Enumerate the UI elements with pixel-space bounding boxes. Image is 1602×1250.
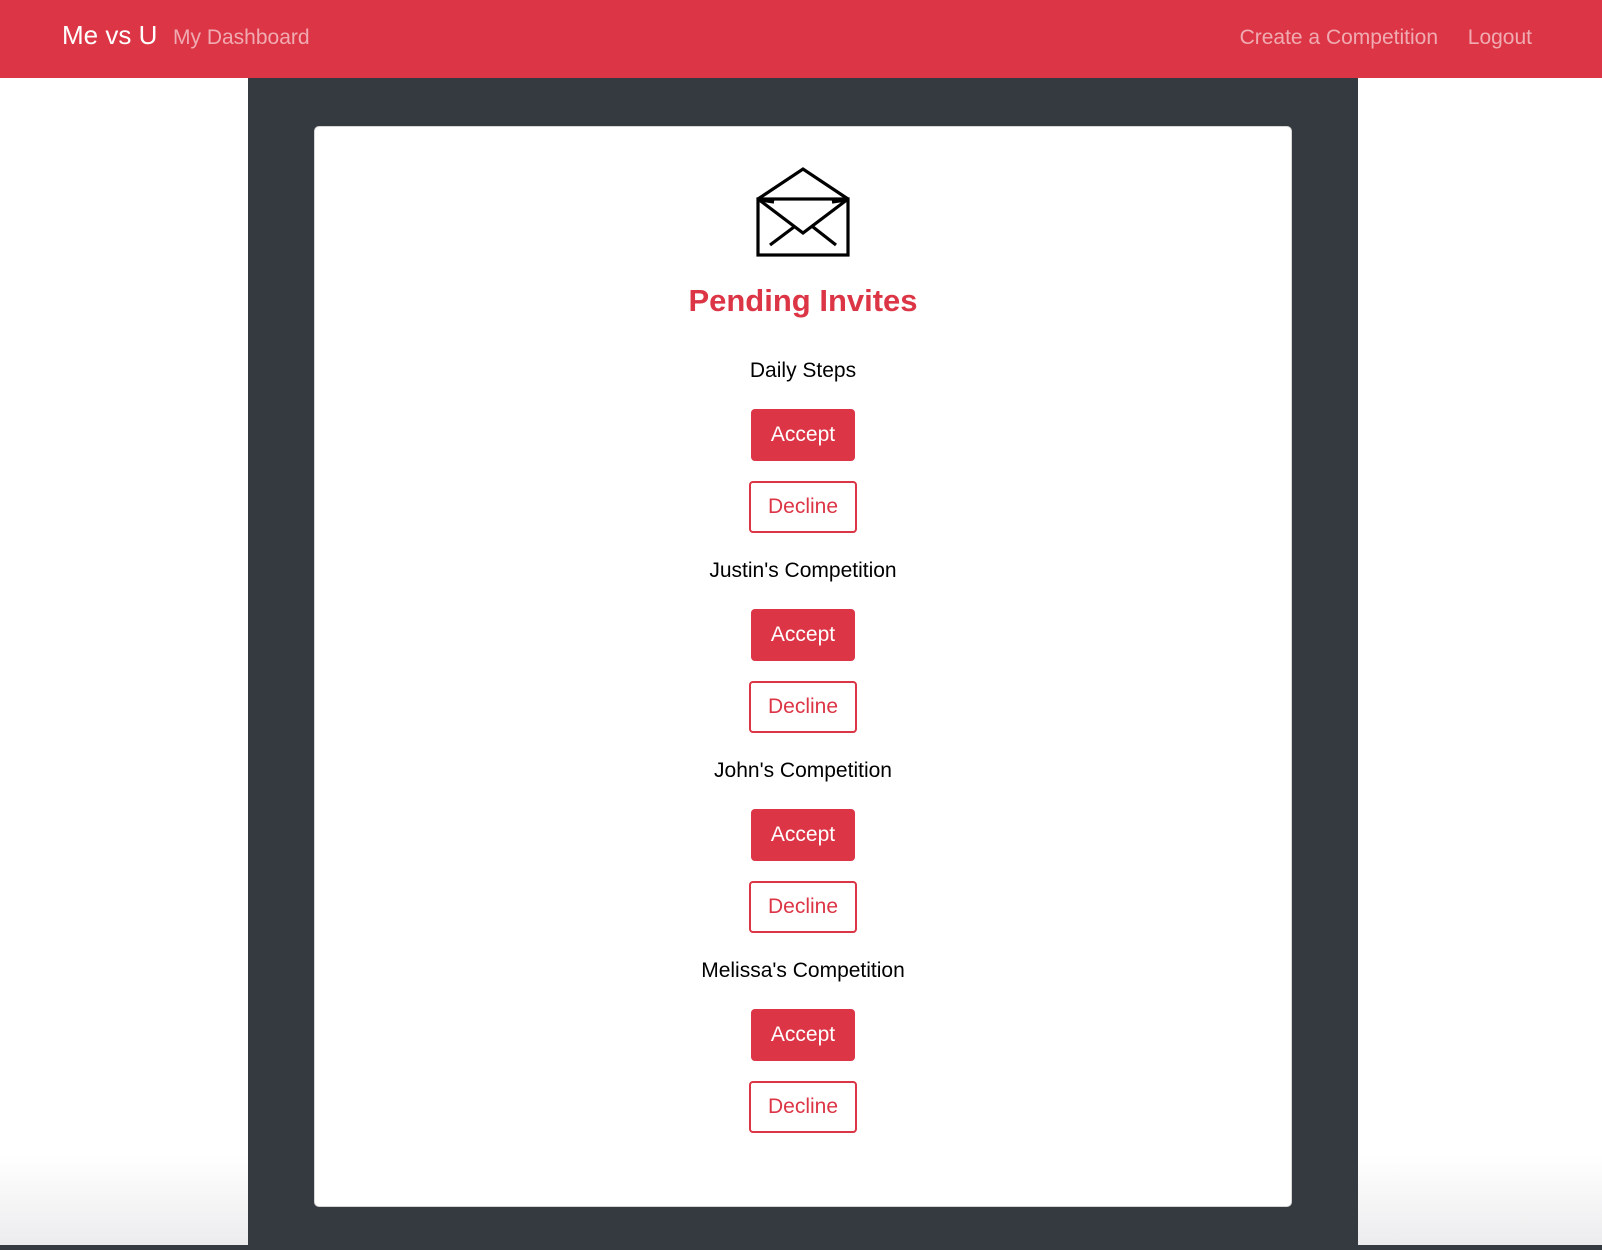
pending-invites-card: Pending Invites Daily Steps Accept Decli… <box>314 126 1292 1207</box>
decline-button[interactable]: Decline <box>749 481 857 533</box>
brand-link[interactable]: Me vs U <box>62 20 157 51</box>
nav-link-create-competition[interactable]: Create a Competition <box>1240 26 1438 50</box>
decline-button[interactable]: Decline <box>749 881 857 933</box>
page-title: Pending Invites <box>688 283 918 318</box>
accept-button[interactable]: Accept <box>751 409 855 461</box>
invite-item: John's Competition Accept Decline <box>315 758 1291 948</box>
invite-item: Melissa's Competition Accept Decline <box>315 958 1291 1148</box>
invite-item: Daily Steps Accept Decline <box>315 358 1291 548</box>
decline-button[interactable]: Decline <box>749 1081 857 1133</box>
nav-link-dashboard[interactable]: My Dashboard <box>173 26 310 50</box>
invite-name: Justin's Competition <box>709 559 897 582</box>
invite-name: John's Competition <box>714 759 892 782</box>
navbar: Me vs U My Dashboard Create a Competitio… <box>0 0 1602 78</box>
invite-name: Daily Steps <box>749 359 857 382</box>
accept-button[interactable]: Accept <box>751 1009 855 1061</box>
envelope-open-icon <box>756 167 850 257</box>
accept-button[interactable]: Accept <box>751 809 855 861</box>
accept-button[interactable]: Accept <box>751 609 855 661</box>
decline-button[interactable]: Decline <box>749 681 857 733</box>
invite-item: Justin's Competition Accept Decline <box>315 558 1291 748</box>
nav-link-logout[interactable]: Logout <box>1468 26 1532 50</box>
invite-name: Melissa's Competition <box>701 959 905 982</box>
